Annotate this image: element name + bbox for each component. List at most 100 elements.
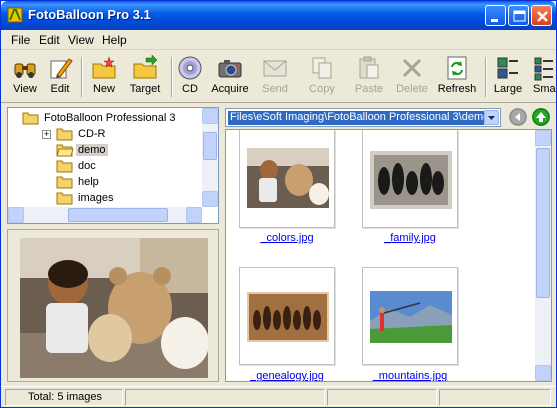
tree-item-label: demo	[76, 144, 108, 156]
path-dropdown[interactable]: Files\eSoft Imaging\FotoBalloon Professi…	[225, 108, 501, 127]
app-logo-icon	[7, 7, 23, 23]
folder-open-icon	[22, 112, 39, 125]
copy-button-label: Copy	[309, 83, 335, 95]
close-button[interactable]	[531, 5, 552, 26]
status-total: Total: 5 images	[5, 389, 123, 406]
delete-button[interactable]: Delete	[393, 53, 431, 101]
thumbnail-colors[interactable]	[239, 130, 335, 228]
cd-icon	[178, 56, 202, 80]
thumbnail-genealogy[interactable]	[239, 267, 335, 365]
toolbar-separator	[171, 57, 173, 97]
cd-button-label[interactable]: CD	[176, 83, 204, 95]
thumbnail-image	[370, 291, 452, 343]
status-bar: Total: 5 images	[1, 386, 556, 407]
chevron-down-icon	[488, 116, 495, 120]
maximize-icon	[513, 10, 526, 22]
menu-help[interactable]: Help	[102, 33, 127, 47]
scroll-left-arrow-icon[interactable]	[8, 207, 24, 223]
status-panel	[439, 389, 551, 406]
menu-edit[interactable]: Edit	[39, 33, 60, 47]
status-panel	[125, 389, 325, 406]
menu-file[interactable]: File	[11, 33, 30, 47]
scroll-thumb[interactable]	[203, 132, 217, 160]
toolbar-separator	[485, 57, 487, 97]
view-button[interactable]: View	[7, 53, 43, 101]
scroll-thumb[interactable]	[68, 208, 168, 222]
paste-button[interactable]: Paste	[351, 53, 387, 101]
tree-horizontal-scrollbar[interactable]	[8, 207, 202, 223]
maximize-button[interactable]	[508, 5, 529, 26]
folder-icon	[56, 160, 73, 173]
scroll-thumb[interactable]	[536, 148, 550, 298]
menu-bar: File Edit View Help	[1, 30, 556, 50]
pencil-icon	[50, 58, 73, 79]
app-window: FotoBalloon Pro 3.1 File Edit View Help …	[0, 0, 557, 408]
scroll-down-arrow-icon[interactable]	[202, 191, 218, 207]
toolbar: View Edit New Target CD Acquire Send Cop…	[1, 51, 556, 103]
expand-icon[interactable]: +	[42, 130, 51, 139]
small-icons-icon	[534, 57, 553, 81]
cd-button[interactable]: CD	[176, 53, 204, 101]
up-arrow-icon	[532, 108, 550, 126]
large-icons-icon	[497, 57, 518, 79]
tree-root-label: FotoBalloon Professional 3	[44, 112, 176, 124]
tree-item-label: CD-R	[78, 128, 106, 140]
send-button-label: Send	[262, 83, 288, 95]
acquire-button[interactable]: Acquire	[209, 53, 251, 101]
menu-view[interactable]: View	[68, 33, 94, 47]
tree-vertical-scrollbar[interactable]	[202, 108, 218, 207]
delete-icon	[402, 58, 422, 78]
view-button-label: View	[13, 83, 37, 95]
target-button-label: Target	[129, 83, 161, 95]
thumbnails-vertical-scrollbar[interactable]	[535, 130, 551, 381]
thumbnail-caption[interactable]: _mountains.jpg	[354, 370, 466, 381]
small-button[interactable]: Sma	[531, 53, 556, 101]
thumbnail-view[interactable]: _colors.jpg _family.jpg _genealogy.jpg _…	[225, 129, 552, 382]
dropdown-button[interactable]	[484, 110, 499, 125]
camera-icon	[218, 60, 242, 78]
thumbnail-image	[370, 151, 452, 209]
scroll-right-arrow-icon[interactable]	[186, 207, 202, 223]
minimize-button[interactable]	[485, 5, 506, 26]
toolbar-separator	[81, 57, 83, 97]
edit-button[interactable]: Edit	[44, 53, 76, 101]
thumbnail-mountains[interactable]	[362, 267, 458, 365]
target-button[interactable]: Target	[125, 53, 165, 101]
envelope-icon	[263, 60, 287, 77]
close-icon	[537, 11, 548, 22]
thumbnail-caption[interactable]: _colors.jpg	[231, 232, 343, 244]
scroll-up-arrow-icon[interactable]	[535, 130, 551, 146]
thumbnail-caption[interactable]: _family.jpg	[354, 232, 466, 244]
paste-icon	[359, 56, 379, 79]
delete-button-label: Delete	[396, 83, 428, 95]
scroll-up-arrow-icon[interactable]	[202, 108, 218, 124]
send-button[interactable]: Send	[259, 53, 291, 101]
thumbnail-family[interactable]	[362, 130, 458, 228]
minimize-icon	[491, 19, 498, 22]
edit-button-label: Edit	[50, 83, 70, 95]
title-bar[interactable]: FotoBalloon Pro 3.1	[1, 1, 556, 30]
folder-tree[interactable]: FotoBalloon Professional 3 + CD-R demo d…	[7, 107, 219, 224]
scroll-down-arrow-icon[interactable]	[535, 365, 551, 381]
path-value: Files\eSoft Imaging\FotoBalloon Professi…	[228, 111, 484, 125]
forward-button[interactable]	[532, 108, 550, 126]
new-button-label: New	[92, 83, 115, 95]
folder-icon	[56, 128, 73, 141]
thumbnail-caption[interactable]: _genealogy.jpg	[231, 370, 343, 381]
new-button[interactable]: New	[87, 53, 121, 101]
tree-item-label: help	[78, 176, 99, 188]
folder-open-icon	[56, 144, 74, 157]
refresh-button[interactable]: Refresh	[435, 53, 479, 101]
new-folder-icon	[92, 56, 116, 79]
acquire-button-label: Acquire	[211, 83, 249, 95]
copy-button[interactable]: Copy	[304, 53, 340, 101]
copy-icon	[312, 57, 332, 79]
binoculars-icon	[14, 63, 36, 78]
folder-icon	[56, 192, 73, 205]
large-button-label: Large	[493, 83, 523, 95]
preview-pane	[7, 229, 219, 382]
large-button[interactable]: Large	[491, 53, 525, 101]
thumbnail-image	[247, 148, 329, 208]
thumbnail-image	[247, 292, 329, 342]
back-button[interactable]	[509, 108, 527, 126]
